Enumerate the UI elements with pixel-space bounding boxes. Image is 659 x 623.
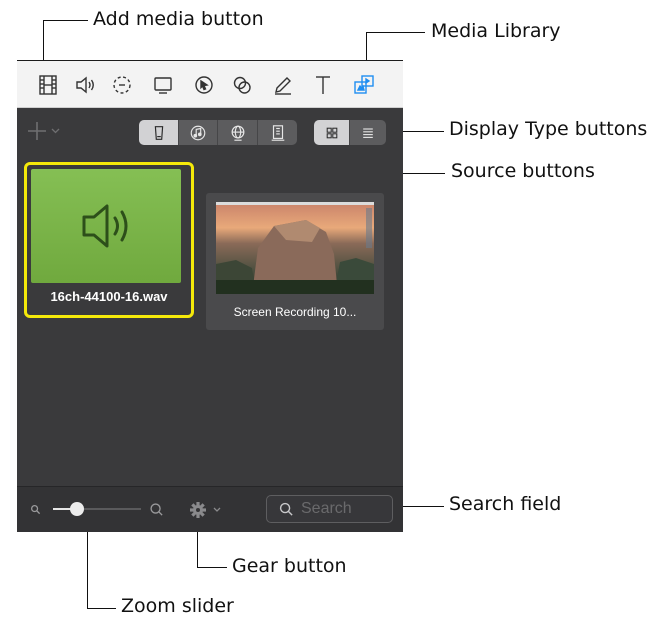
display-type-buttons	[314, 120, 386, 145]
zoom-in-icon	[150, 503, 163, 516]
search-field[interactable]	[266, 495, 393, 523]
tool-toolbar	[17, 61, 403, 108]
phone-icon	[154, 125, 163, 140]
music-source-button[interactable]	[179, 120, 218, 145]
video-thumbnail	[216, 202, 374, 294]
callout-add-media: Add media button	[93, 8, 264, 30]
el-capitan-image	[216, 202, 374, 294]
zoom-slider-knob[interactable]	[69, 502, 84, 516]
list-view-button[interactable]	[350, 120, 386, 145]
callout-source: Source buttons	[451, 160, 595, 182]
leader-media-library-h	[366, 32, 425, 33]
source-buttons	[139, 120, 297, 145]
building-source-button[interactable]	[258, 120, 297, 145]
leader-zoom-v	[87, 521, 88, 609]
film-strip-icon[interactable]	[36, 73, 60, 97]
audio-thumbnail	[31, 169, 181, 283]
grid-view-button[interactable]	[314, 120, 350, 145]
gear-icon	[190, 502, 221, 518]
bottom-bar	[17, 486, 403, 532]
effects-icon[interactable]	[230, 73, 254, 97]
callout-gear: Gear button	[232, 555, 347, 577]
media-item-audio[interactable]: 16ch-44100-16.wav	[24, 162, 194, 318]
music-icon	[190, 125, 206, 140]
leader-add-media-h	[43, 20, 88, 21]
search-input[interactable]	[301, 500, 387, 518]
pencil-icon[interactable]	[271, 73, 295, 97]
search-icon	[279, 502, 293, 516]
plus-icon	[28, 122, 60, 140]
screen-icon[interactable]	[151, 73, 175, 97]
grid-view-icon	[326, 127, 337, 138]
zoom-out-icon	[31, 505, 41, 515]
transition-icon[interactable]	[110, 73, 134, 97]
phone-source-button[interactable]	[139, 120, 179, 145]
callout-media-library: Media Library	[431, 20, 561, 42]
callout-display-type: Display Type buttons	[449, 118, 648, 140]
zoom-slider[interactable]	[53, 499, 141, 519]
media-item-name: Screen Recording 10...	[233, 305, 357, 319]
globe-icon	[231, 125, 244, 141]
media-item-video[interactable]: Screen Recording 10...	[206, 193, 384, 330]
web-source-button[interactable]	[218, 120, 258, 145]
gear-button[interactable]	[188, 499, 228, 521]
cursor-icon[interactable]	[192, 73, 216, 97]
speaker-icon[interactable]	[73, 73, 97, 97]
media-grid: 16ch-44100-16.wav Screen Recording 10...	[17, 154, 403, 484]
callout-search-field: Search field	[449, 493, 562, 515]
media-library-icon[interactable]	[352, 73, 376, 97]
text-icon[interactable]	[311, 73, 335, 97]
media-item-name: 16ch-44100-16.wav	[50, 289, 168, 304]
list-view-icon	[363, 127, 373, 138]
building-icon	[271, 124, 284, 141]
speaker-icon	[82, 204, 128, 248]
leader-zoom-h	[87, 608, 116, 609]
source-bar	[17, 108, 403, 154]
add-media-button[interactable]	[27, 118, 65, 144]
leader-gear-h	[197, 567, 227, 568]
callout-zoom: Zoom slider	[121, 595, 234, 617]
